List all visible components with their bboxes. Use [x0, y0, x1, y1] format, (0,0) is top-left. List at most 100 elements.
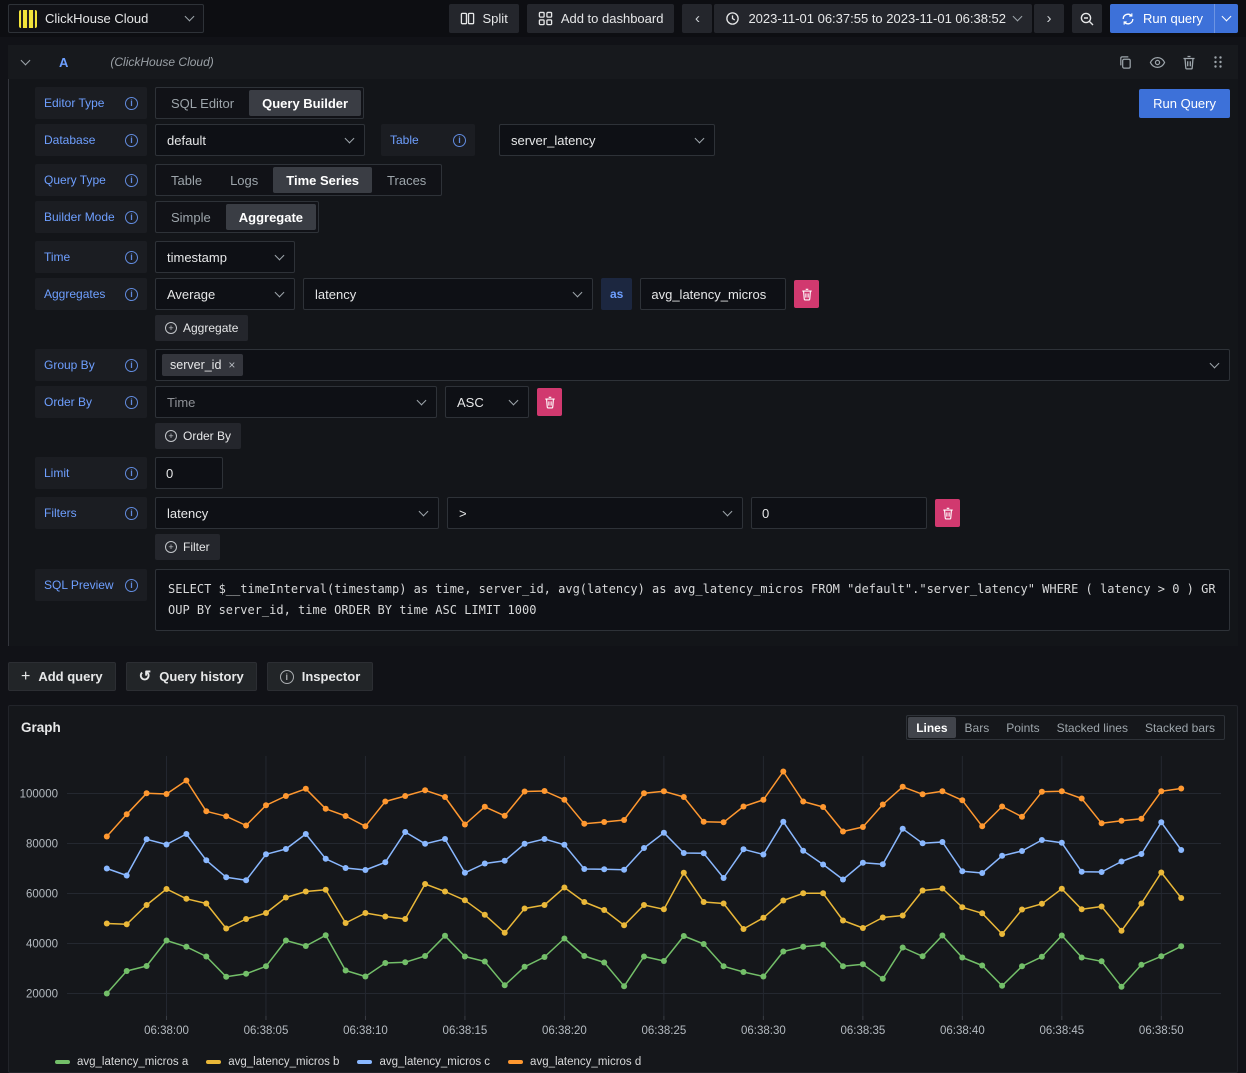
y-tick-label: 80000 [26, 839, 58, 851]
aggregate-column-select[interactable]: latency [303, 278, 593, 310]
add-query-button[interactable]: + Add query [8, 662, 116, 691]
option-sql-editor[interactable]: SQL Editor [158, 90, 247, 116]
info-icon[interactable]: i [125, 97, 138, 110]
info-icon[interactable]: i [125, 359, 138, 372]
option-traces[interactable]: Traces [374, 167, 439, 193]
inspector-button[interactable]: i Inspector [267, 662, 374, 691]
plus-circle-icon: + [165, 322, 177, 334]
series-point [939, 788, 945, 794]
aggregate-function-select[interactable]: Average [155, 278, 295, 310]
x-tick-label: 06:38:40 [940, 1025, 985, 1037]
legend-item[interactable]: avg_latency_micros a [55, 1056, 188, 1068]
info-icon[interactable]: i [125, 288, 138, 301]
remove-filter-button[interactable] [935, 499, 960, 527]
time-range-back-button[interactable]: ‹ [682, 4, 712, 33]
option-time-series[interactable]: Time Series [273, 167, 372, 193]
series-point [223, 926, 229, 932]
filter-field-select[interactable]: latency [155, 497, 439, 529]
query-datasource-hint: (ClickHouse Cloud) [110, 55, 213, 69]
option-bars[interactable]: Bars [957, 717, 998, 738]
drag-handle-icon[interactable] [1212, 55, 1224, 69]
order-by-direction-select[interactable]: ASC [445, 386, 529, 418]
run-query-inline-button[interactable]: Run Query [1139, 89, 1230, 118]
add-filter-button[interactable]: + Filter [155, 534, 220, 560]
limit-input[interactable] [155, 457, 223, 489]
info-icon[interactable]: i [125, 579, 138, 592]
series-point [522, 789, 528, 795]
database-select[interactable]: default [155, 124, 365, 156]
info-icon[interactable]: i [125, 251, 138, 264]
series-point [223, 874, 229, 880]
query-history-button[interactable]: ↺ Query history [126, 662, 257, 691]
series-point [203, 808, 209, 814]
series-point [323, 856, 329, 862]
legend-item[interactable]: avg_latency_micros b [206, 1056, 339, 1068]
info-icon[interactable]: i [125, 507, 138, 520]
option-query-builder[interactable]: Query Builder [249, 90, 361, 116]
group-by-select[interactable]: server_id× [155, 349, 1230, 381]
query-header[interactable]: A (ClickHouse Cloud) [8, 45, 1238, 79]
option-aggregate[interactable]: Aggregate [226, 204, 316, 230]
add-aggregate-button[interactable]: + Aggregate [155, 315, 248, 341]
filter-operator-select[interactable]: > [447, 497, 743, 529]
info-icon[interactable]: i [125, 174, 138, 187]
datasource-picker[interactable]: ClickHouse Cloud [8, 4, 204, 33]
sql-preview-text: SELECT $__timeInterval(timestamp) as tim… [155, 569, 1230, 631]
option-lines[interactable]: Lines [908, 717, 955, 738]
series-point [780, 769, 786, 775]
remove-query-icon[interactable] [1182, 55, 1196, 70]
series-point [1039, 837, 1045, 843]
info-icon[interactable]: i [125, 211, 138, 224]
series-point [880, 915, 886, 921]
info-icon[interactable]: i [125, 134, 138, 147]
series-point [820, 890, 826, 896]
run-query-dropdown-button[interactable] [1214, 4, 1238, 33]
run-query-button[interactable]: Run query [1110, 4, 1214, 33]
collapse-chevron-icon[interactable] [21, 55, 31, 65]
legend-item[interactable]: avg_latency_micros d [508, 1056, 641, 1068]
option-table[interactable]: Table [158, 167, 215, 193]
aggregate-alias-input[interactable] [640, 278, 786, 310]
zoom-out-button[interactable] [1072, 4, 1102, 33]
filter-value-input[interactable] [751, 497, 927, 529]
series-point [860, 925, 866, 931]
legend-item[interactable]: avg_latency_micros c [357, 1056, 490, 1068]
option-points[interactable]: Points [998, 717, 1047, 738]
time-range-picker[interactable]: 2023-11-01 06:37:55 to 2023-11-01 06:38:… [714, 4, 1032, 33]
table-select[interactable]: server_latency [499, 124, 715, 156]
option-logs[interactable]: Logs [217, 167, 271, 193]
add-to-dashboard-button[interactable]: Add to dashboard [527, 4, 675, 33]
remove-aggregate-button[interactable] [794, 280, 819, 308]
info-icon[interactable]: i [453, 134, 466, 147]
info-icon[interactable]: i [125, 396, 138, 409]
time-column-select[interactable]: timestamp [155, 241, 295, 273]
series-point [621, 922, 627, 928]
duplicate-query-icon[interactable] [1118, 55, 1133, 70]
series-point [462, 870, 468, 876]
info-icon[interactable]: i [125, 467, 138, 480]
series-point [343, 920, 349, 926]
toggle-visibility-icon[interactable] [1149, 55, 1166, 70]
run-query-split-button: Run query [1110, 4, 1238, 33]
remove-tag-icon[interactable]: × [228, 358, 235, 372]
x-tick-label: 06:38:30 [741, 1025, 786, 1037]
option-stacked-lines[interactable]: Stacked lines [1049, 717, 1136, 738]
option-stacked-bars[interactable]: Stacked bars [1137, 717, 1223, 738]
series-point [999, 853, 1005, 859]
chart-svg[interactable]: 2000040000600008000010000006:38:0006:38:… [17, 746, 1231, 1050]
legend-swatch [357, 1060, 372, 1064]
time-series-chart[interactable]: 2000040000600008000010000006:38:0006:38:… [9, 744, 1237, 1068]
series-point [900, 945, 906, 951]
group-by-tag[interactable]: server_id× [162, 354, 243, 376]
order-by-field-select[interactable]: Time [155, 386, 437, 418]
split-button[interactable]: Split [449, 4, 519, 33]
time-range-forward-button[interactable]: › [1034, 4, 1064, 33]
chevron-down-icon [509, 395, 519, 405]
series-point [382, 859, 388, 865]
series-point [402, 829, 408, 835]
series-point [542, 954, 548, 960]
remove-order-by-button[interactable] [537, 388, 562, 416]
add-order-by-button[interactable]: + Order By [155, 423, 241, 449]
option-simple[interactable]: Simple [158, 204, 224, 230]
aggregates-label: Aggregatesi [35, 278, 147, 310]
